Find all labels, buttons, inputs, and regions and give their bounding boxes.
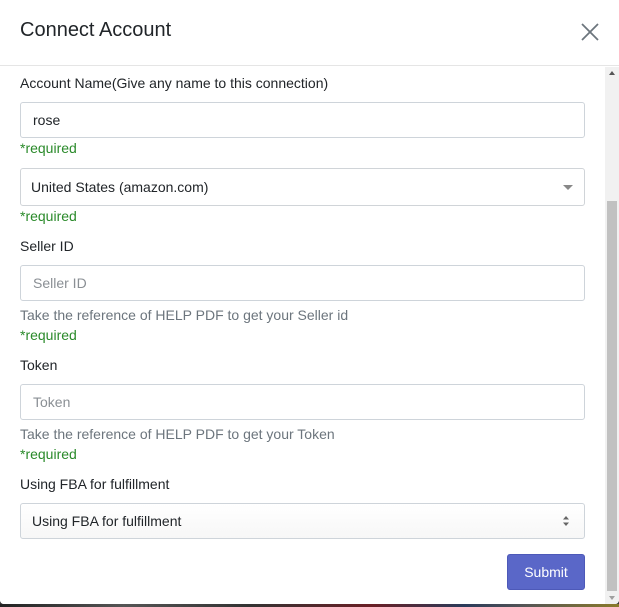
scrollbar[interactable] bbox=[605, 67, 619, 604]
modal-header: Connect Account bbox=[0, 0, 619, 66]
marketplace-required: *required bbox=[20, 208, 77, 224]
fba-label: Using FBA for fulfillment bbox=[20, 476, 170, 492]
modal-title: Connect Account bbox=[20, 19, 172, 41]
submit-button[interactable]: Submit bbox=[507, 554, 585, 590]
seller-id-help: Take the reference of HELP PDF to get yo… bbox=[20, 307, 349, 323]
close-button[interactable] bbox=[578, 20, 602, 44]
up-down-arrows-icon bbox=[563, 516, 569, 526]
account-name-label: Account Name(Give any name to this conne… bbox=[20, 75, 329, 91]
token-label: Token bbox=[20, 357, 58, 373]
marketplace-selected-value: United States (amazon.com) bbox=[31, 179, 209, 195]
token-input[interactable]: Token bbox=[20, 384, 585, 420]
token-help: Take the reference of HELP PDF to get yo… bbox=[20, 426, 335, 442]
scroll-up-arrow-icon[interactable] bbox=[609, 71, 615, 75]
scroll-down-arrow-icon[interactable] bbox=[609, 596, 615, 600]
scrollbar-thumb[interactable] bbox=[607, 201, 617, 591]
connect-account-modal: Connect Account Account Name(Give any na… bbox=[0, 0, 619, 604]
seller-id-required: *required bbox=[20, 327, 77, 343]
account-name-required: *required bbox=[20, 140, 77, 156]
marketplace-select[interactable]: United States (amazon.com) bbox=[20, 168, 585, 206]
fba-select[interactable]: Using FBA for fulfillment bbox=[20, 503, 585, 539]
seller-id-label: Seller ID bbox=[20, 238, 74, 254]
seller-id-input[interactable]: Seller ID bbox=[20, 265, 585, 301]
token-required: *required bbox=[20, 446, 77, 462]
account-name-input[interactable]: rose bbox=[20, 102, 585, 138]
fba-selected-value: Using FBA for fulfillment bbox=[32, 513, 182, 529]
chevron-down-icon bbox=[563, 185, 573, 190]
close-icon bbox=[581, 23, 599, 41]
